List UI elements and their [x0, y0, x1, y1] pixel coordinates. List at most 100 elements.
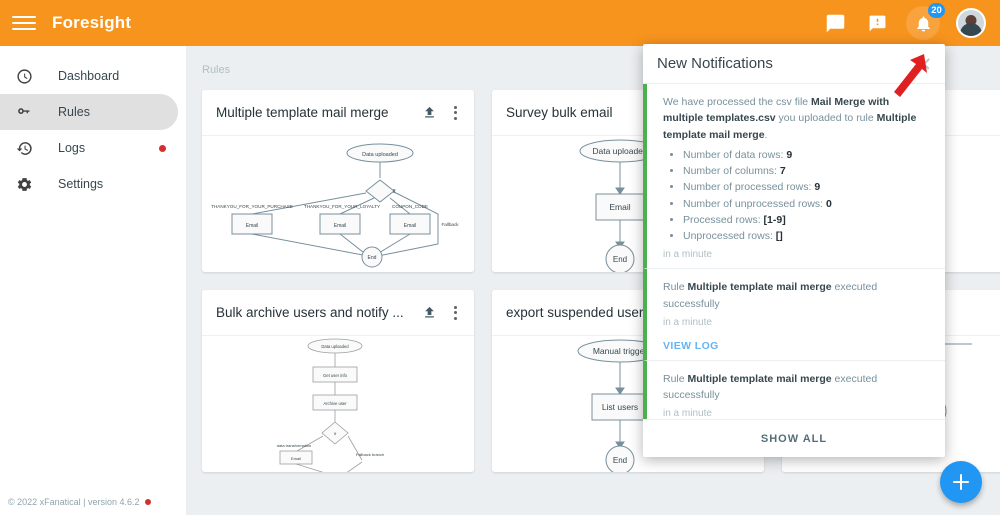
- notification-text-prefix: Rule: [663, 281, 688, 294]
- svg-text:End: End: [613, 255, 627, 264]
- notification-item[interactable]: We have processed the csv file Mail Merg…: [643, 84, 945, 270]
- kebab-menu-icon[interactable]: [442, 100, 468, 126]
- stat-label: Processed rows:: [683, 213, 761, 226]
- sidebar: Dashboard Rules Logs Settings © 2022 xFa…: [0, 46, 186, 515]
- svg-text:Archive user: Archive user: [323, 401, 347, 406]
- upload-icon[interactable]: [416, 300, 442, 326]
- rule-card[interactable]: Bulk archive users and notify ... Data u…: [202, 290, 474, 472]
- list-item: Unprocessed rows: []: [683, 228, 931, 244]
- history-icon: [12, 136, 36, 160]
- sidebar-item-settings[interactable]: Settings: [0, 166, 178, 202]
- view-log-link[interactable]: VIEW LOG: [663, 340, 931, 352]
- sidebar-item-label: Rules: [58, 105, 90, 119]
- copyright-text: © 2022 xFanatical | version 4.6.2: [8, 497, 140, 507]
- svg-text:Manual trigger: Manual trigger: [593, 346, 648, 356]
- svg-text:Data uploaded: Data uploaded: [321, 344, 349, 349]
- svg-text:End: End: [368, 255, 377, 261]
- rule-card-title: Multiple template mail merge: [216, 105, 389, 120]
- hamburger-icon[interactable]: [12, 11, 36, 35]
- list-item: Number of unprocessed rows: 0: [683, 196, 931, 212]
- feedback-icon[interactable]: [864, 10, 890, 36]
- svg-text:THANKYOU_FOR_YOUR_PURCHASE: THANKYOU_FOR_YOUR_PURCHASE: [211, 204, 293, 209]
- stat-label: Number of columns:: [683, 165, 777, 178]
- svg-text:Email: Email: [334, 223, 347, 229]
- svg-text:THANKYOU_FOR_YOUR_LOYALTY: THANKYOU_FOR_YOUR_LOYALTY: [304, 204, 380, 209]
- kebab-dots: [453, 105, 457, 120]
- bell-icon[interactable]: 20: [906, 3, 945, 40]
- app-root: Foresight 20 Dashboard Rules Logs Settin…: [0, 0, 1000, 515]
- notification-rule-name: Multiple template mail merge: [687, 281, 832, 294]
- sidebar-item-label: Logs: [58, 141, 86, 155]
- list-item: Number of processed rows: 9: [683, 179, 931, 195]
- rule-flow-diagram: Data uploaded If THANKYOU_FOR_YOUR_PURCH…: [202, 136, 474, 272]
- topbar-actions: 20: [822, 3, 986, 40]
- notification-count-badge: 20: [928, 3, 945, 18]
- svg-text:List users: List users: [602, 402, 638, 412]
- notification-message: We have processed the csv file Mail Merg…: [663, 94, 931, 143]
- sidebar-item-dashboard[interactable]: Dashboard: [0, 58, 178, 94]
- stat-value: 7: [779, 165, 786, 178]
- stat-value: 9: [786, 148, 793, 161]
- notification-rule-name: Multiple template mail merge: [687, 372, 832, 385]
- svg-text:COUPON_CODE: COUPON_CODE: [392, 204, 428, 209]
- add-rule-fab[interactable]: [940, 461, 982, 503]
- svg-text:Email: Email: [404, 223, 417, 229]
- stat-value: []: [775, 230, 783, 243]
- rule-card[interactable]: Multiple template mail merge Data upload…: [202, 90, 474, 272]
- upload-icon[interactable]: [416, 100, 442, 126]
- speedometer-icon: [12, 64, 36, 88]
- show-all-button[interactable]: SHOW ALL: [643, 419, 945, 457]
- gear-icon: [12, 172, 36, 196]
- stat-label: Unprocessed rows:: [683, 230, 773, 243]
- notification-panel-title: New Notifications: [657, 55, 773, 72]
- notification-text-prefix: We have processed the csv file: [663, 96, 812, 108]
- close-icon[interactable]: [913, 53, 935, 75]
- sidebar-item-label: Dashboard: [58, 69, 120, 83]
- notification-text-mid: you uploaded to rule: [775, 112, 877, 125]
- show-all-label: SHOW ALL: [760, 432, 828, 445]
- list-item: Processed rows: [1-9]: [683, 212, 931, 228]
- svg-text:End: End: [613, 456, 627, 465]
- svg-text:If: If: [393, 189, 396, 195]
- stat-label: Number of data rows:: [683, 148, 784, 161]
- notification-list[interactable]: We have processed the csv file Mail Merg…: [643, 84, 945, 419]
- svg-text:Email: Email: [609, 202, 630, 212]
- svg-text:Get user info: Get user info: [323, 373, 348, 378]
- chat-icon[interactable]: [822, 10, 848, 36]
- notification-text-prefix: Rule: [663, 372, 688, 385]
- notification-timestamp: in a minute: [663, 249, 712, 261]
- kebab-menu-icon[interactable]: [442, 300, 468, 326]
- notification-timestamp: in a minute: [663, 316, 712, 328]
- avatar[interactable]: [956, 8, 986, 38]
- notification-item[interactable]: Rule Multiple template mail merge execut…: [643, 360, 945, 419]
- notification-message: Rule Multiple template mail merge execut…: [663, 279, 931, 312]
- list-item: Number of data rows: 9: [683, 147, 931, 163]
- sidebar-item-rules[interactable]: Rules: [0, 94, 178, 130]
- stat-label: Number of processed rows:: [683, 181, 812, 194]
- svg-text:Email: Email: [291, 456, 301, 461]
- stat-value: [1-9]: [763, 213, 786, 226]
- rule-card-header: Bulk archive users and notify ...: [202, 290, 474, 336]
- app-brand-title: Foresight: [52, 13, 132, 32]
- notification-stats-list: Number of data rows: 9 Number of columns…: [683, 147, 931, 245]
- status-dot: [144, 499, 151, 505]
- svg-text:Data uploaded: Data uploaded: [592, 146, 648, 156]
- notification-panel-header: New Notifications: [643, 44, 945, 84]
- stat-value: 0: [826, 197, 832, 210]
- rule-card-header: Multiple template mail merge: [202, 90, 474, 136]
- logs-unread-dot: [159, 144, 166, 152]
- notification-item[interactable]: Rule Multiple template mail merge execut…: [643, 269, 945, 361]
- sidebar-item-logs[interactable]: Logs: [0, 130, 178, 166]
- svg-text:Fallback: Fallback: [441, 222, 459, 227]
- list-item: Number of columns: 7: [683, 163, 931, 179]
- avatar-body: [960, 23, 982, 36]
- stat-value: 9: [814, 181, 821, 194]
- svg-text:Fallback branch: Fallback branch: [356, 452, 384, 457]
- rule-card-title: Bulk archive users and notify ...: [216, 305, 404, 320]
- top-app-bar: Foresight 20: [0, 0, 1000, 46]
- notification-panel: New Notifications We have processed the …: [643, 44, 945, 457]
- svg-text:Email: Email: [246, 223, 259, 229]
- sidebar-nav: Dashboard Rules Logs Settings: [0, 46, 186, 497]
- notification-message: Rule Multiple template mail merge execut…: [663, 371, 931, 404]
- sidebar-footer: © 2022 xFanatical | version 4.6.2: [0, 497, 186, 515]
